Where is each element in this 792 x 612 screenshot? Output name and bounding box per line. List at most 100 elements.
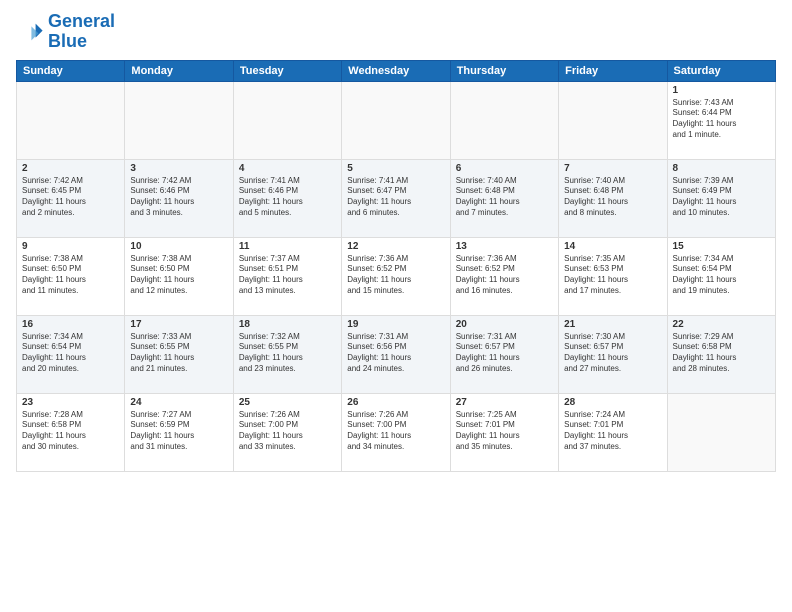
calendar-cell: [125, 81, 233, 159]
calendar-cell: 16Sunrise: 7:34 AM Sunset: 6:54 PM Dayli…: [17, 315, 125, 393]
calendar-cell: 15Sunrise: 7:34 AM Sunset: 6:54 PM Dayli…: [667, 237, 775, 315]
day-number: 10: [130, 241, 227, 252]
day-info: Sunrise: 7:27 AM Sunset: 6:59 PM Dayligh…: [130, 410, 227, 453]
day-number: 21: [564, 319, 661, 330]
day-number: 27: [456, 397, 553, 408]
day-info: Sunrise: 7:42 AM Sunset: 6:45 PM Dayligh…: [22, 176, 119, 219]
day-info: Sunrise: 7:34 AM Sunset: 6:54 PM Dayligh…: [22, 332, 119, 375]
calendar-cell: 4 Sunrise: 7:41 AM Sunset: 6:46 PM Daylig…: [233, 159, 341, 237]
weekday-sunday: Sunday: [17, 60, 125, 81]
day-info: Sunrise: 7:35 AM Sunset: 6:53 PM Dayligh…: [564, 254, 661, 297]
day-number: 14: [564, 241, 661, 252]
logo-icon: [16, 18, 44, 46]
day-number: 23: [22, 397, 119, 408]
day-number: 5: [347, 163, 444, 174]
calendar: SundayMondayTuesdayWednesdayThursdayFrid…: [16, 60, 776, 472]
week-row-1: 2 Sunrise: 7:42 AM Sunset: 6:45 PM Daylig…: [17, 159, 776, 237]
day-number: 18: [239, 319, 336, 330]
calendar-cell: [342, 81, 450, 159]
calendar-cell: [559, 81, 667, 159]
week-row-2: 9 Sunrise: 7:38 AM Sunset: 6:50 PM Daylig…: [17, 237, 776, 315]
day-number: 6: [456, 163, 553, 174]
day-number: 26: [347, 397, 444, 408]
calendar-cell: 25 Sunrise: 7:26 AM Sunset: 7:00 PM Dayli…: [233, 393, 341, 471]
calendar-cell: 1 Sunrise: 7:43 AM Sunset: 6:44 PM Daylig…: [667, 81, 775, 159]
day-info: Sunrise: 7:26 AM Sunset: 7:00 PM Dayligh…: [347, 410, 444, 453]
day-number: 15: [673, 241, 770, 252]
day-number: 4: [239, 163, 336, 174]
calendar-cell: [233, 81, 341, 159]
calendar-cell: 19Sunrise: 7:31 AM Sunset: 6:56 PM Dayli…: [342, 315, 450, 393]
calendar-cell: 11Sunrise: 7:37 AM Sunset: 6:51 PM Dayli…: [233, 237, 341, 315]
day-info: Sunrise: 7:36 AM Sunset: 6:52 PM Dayligh…: [456, 254, 553, 297]
calendar-cell: 7 Sunrise: 7:40 AM Sunset: 6:48 PM Daylig…: [559, 159, 667, 237]
day-info: Sunrise: 7:29 AM Sunset: 6:58 PM Dayligh…: [673, 332, 770, 375]
calendar-cell: 28 Sunrise: 7:24 AM Sunset: 7:01 PM Dayli…: [559, 393, 667, 471]
calendar-cell: 10 Sunrise: 7:38 AM Sunset: 6:50 PM Dayli…: [125, 237, 233, 315]
calendar-cell: [450, 81, 558, 159]
day-number: 7: [564, 163, 661, 174]
day-number: 3: [130, 163, 227, 174]
day-number: 25: [239, 397, 336, 408]
calendar-cell: 14 Sunrise: 7:35 AM Sunset: 6:53 PM Dayli…: [559, 237, 667, 315]
calendar-cell: 22 Sunrise: 7:29 AM Sunset: 6:58 PM Dayli…: [667, 315, 775, 393]
day-number: 12: [347, 241, 444, 252]
logo-text2: Blue: [48, 32, 115, 52]
calendar-cell: 21 Sunrise: 7:30 AM Sunset: 6:57 PM Dayli…: [559, 315, 667, 393]
calendar-cell: 2 Sunrise: 7:42 AM Sunset: 6:45 PM Daylig…: [17, 159, 125, 237]
day-number: 28: [564, 397, 661, 408]
day-number: 2: [22, 163, 119, 174]
day-info: Sunrise: 7:31 AM Sunset: 6:57 PM Dayligh…: [456, 332, 553, 375]
day-number: 1: [673, 85, 770, 96]
day-info: Sunrise: 7:25 AM Sunset: 7:01 PM Dayligh…: [456, 410, 553, 453]
day-number: 13: [456, 241, 553, 252]
day-info: Sunrise: 7:43 AM Sunset: 6:44 PM Dayligh…: [673, 98, 770, 141]
calendar-cell: 18 Sunrise: 7:32 AM Sunset: 6:55 PM Dayli…: [233, 315, 341, 393]
week-row-3: 16Sunrise: 7:34 AM Sunset: 6:54 PM Dayli…: [17, 315, 776, 393]
calendar-cell: 17Sunrise: 7:33 AM Sunset: 6:55 PM Dayli…: [125, 315, 233, 393]
weekday-thursday: Thursday: [450, 60, 558, 81]
page: General Blue SundayMondayTuesdayWednesda…: [0, 0, 792, 612]
day-number: 11: [239, 241, 336, 252]
day-info: Sunrise: 7:24 AM Sunset: 7:01 PM Dayligh…: [564, 410, 661, 453]
day-info: Sunrise: 7:38 AM Sunset: 6:50 PM Dayligh…: [22, 254, 119, 297]
week-row-4: 23 Sunrise: 7:28 AM Sunset: 6:58 PM Dayli…: [17, 393, 776, 471]
day-info: Sunrise: 7:41 AM Sunset: 6:47 PM Dayligh…: [347, 176, 444, 219]
weekday-friday: Friday: [559, 60, 667, 81]
day-info: Sunrise: 7:36 AM Sunset: 6:52 PM Dayligh…: [347, 254, 444, 297]
day-info: Sunrise: 7:40 AM Sunset: 6:48 PM Dayligh…: [564, 176, 661, 219]
calendar-cell: [667, 393, 775, 471]
calendar-cell: 8Sunrise: 7:39 AM Sunset: 6:49 PM Daylig…: [667, 159, 775, 237]
day-info: Sunrise: 7:38 AM Sunset: 6:50 PM Dayligh…: [130, 254, 227, 297]
calendar-cell: [17, 81, 125, 159]
header: General Blue: [16, 12, 776, 52]
calendar-cell: 6 Sunrise: 7:40 AM Sunset: 6:48 PM Daylig…: [450, 159, 558, 237]
logo-text: General: [48, 12, 115, 32]
day-number: 22: [673, 319, 770, 330]
calendar-cell: 9 Sunrise: 7:38 AM Sunset: 6:50 PM Daylig…: [17, 237, 125, 315]
day-info: Sunrise: 7:30 AM Sunset: 6:57 PM Dayligh…: [564, 332, 661, 375]
day-info: Sunrise: 7:40 AM Sunset: 6:48 PM Dayligh…: [456, 176, 553, 219]
day-number: 19: [347, 319, 444, 330]
day-number: 9: [22, 241, 119, 252]
calendar-cell: 24Sunrise: 7:27 AM Sunset: 6:59 PM Dayli…: [125, 393, 233, 471]
day-info: Sunrise: 7:39 AM Sunset: 6:49 PM Dayligh…: [673, 176, 770, 219]
day-info: Sunrise: 7:41 AM Sunset: 6:46 PM Dayligh…: [239, 176, 336, 219]
day-number: 20: [456, 319, 553, 330]
calendar-cell: 3 Sunrise: 7:42 AM Sunset: 6:46 PM Daylig…: [125, 159, 233, 237]
calendar-cell: 13 Sunrise: 7:36 AM Sunset: 6:52 PM Dayli…: [450, 237, 558, 315]
day-number: 17: [130, 319, 227, 330]
day-info: Sunrise: 7:28 AM Sunset: 6:58 PM Dayligh…: [22, 410, 119, 453]
weekday-saturday: Saturday: [667, 60, 775, 81]
weekday-monday: Monday: [125, 60, 233, 81]
week-row-0: 1 Sunrise: 7:43 AM Sunset: 6:44 PM Daylig…: [17, 81, 776, 159]
calendar-cell: 20 Sunrise: 7:31 AM Sunset: 6:57 PM Dayli…: [450, 315, 558, 393]
day-info: Sunrise: 7:42 AM Sunset: 6:46 PM Dayligh…: [130, 176, 227, 219]
calendar-cell: 12 Sunrise: 7:36 AM Sunset: 6:52 PM Dayli…: [342, 237, 450, 315]
logo: General Blue: [16, 12, 115, 52]
day-info: Sunrise: 7:26 AM Sunset: 7:00 PM Dayligh…: [239, 410, 336, 453]
calendar-cell: 27 Sunrise: 7:25 AM Sunset: 7:01 PM Dayli…: [450, 393, 558, 471]
weekday-wednesday: Wednesday: [342, 60, 450, 81]
day-info: Sunrise: 7:32 AM Sunset: 6:55 PM Dayligh…: [239, 332, 336, 375]
calendar-cell: 23 Sunrise: 7:28 AM Sunset: 6:58 PM Dayli…: [17, 393, 125, 471]
